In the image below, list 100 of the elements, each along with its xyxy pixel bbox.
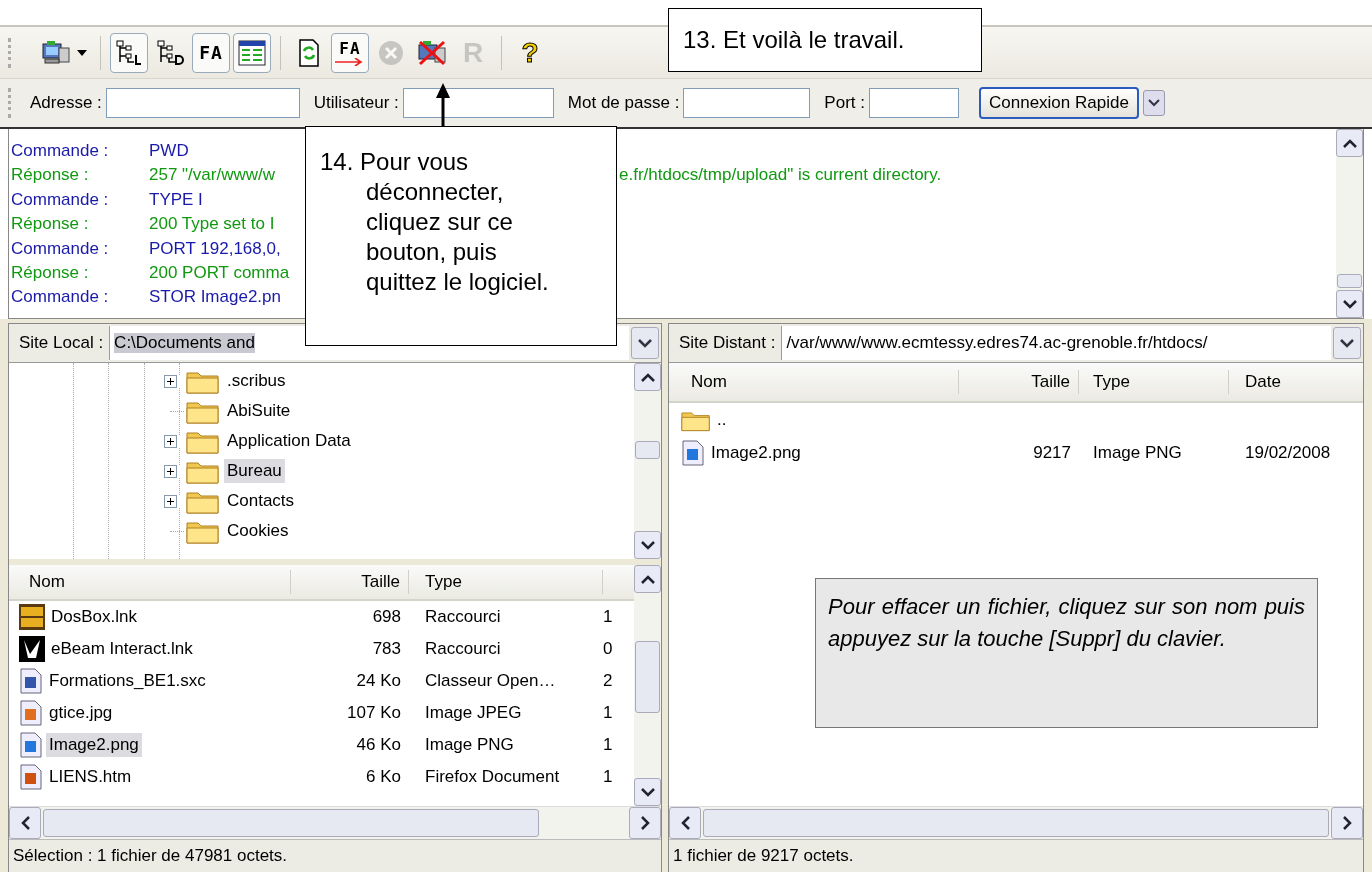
file-type: Firefox Document	[424, 767, 561, 787]
input-field[interactable]	[683, 88, 811, 118]
cancel-icon	[378, 39, 404, 66]
file-name[interactable]: gtice.jpg	[46, 701, 116, 725]
file-name[interactable]: Image2.png	[46, 733, 142, 757]
expand-icon[interactable]	[164, 434, 177, 448]
chevron-left-icon	[20, 816, 30, 830]
chevron-right-icon	[640, 816, 650, 830]
file-name[interactable]: DosBox.lnk	[48, 605, 140, 629]
log-message: 200 PORT comma	[149, 262, 290, 282]
log-label: Réponse :	[10, 214, 90, 236]
transfer-button[interactable]: FA	[331, 32, 369, 73]
site-label: Site Distant :	[678, 333, 777, 353]
log-label: Commande :	[10, 141, 110, 162]
folder-name[interactable]: Cookies	[224, 519, 292, 543]
expand-icon[interactable]	[164, 494, 177, 508]
refresh-icon	[298, 38, 320, 67]
path-field[interactable]: C:\Documents and	[114, 333, 255, 353]
column-header[interactable]: Nom	[9, 570, 291, 594]
field-label: Adresse :	[30, 93, 102, 113]
scroll-thumb[interactable]	[635, 641, 660, 713]
queue-button[interactable]	[233, 32, 271, 73]
log-icon: FA	[199, 42, 223, 63]
chevron-up-icon	[640, 574, 655, 584]
scroll-thumb[interactable]	[635, 441, 660, 459]
field-label: Mot de passe :	[567, 93, 680, 113]
dropdown-button[interactable]	[631, 327, 659, 359]
log-button[interactable]: FA	[192, 32, 230, 73]
status-text: 1 fichier de 9217 octets.	[669, 839, 1363, 872]
table-cell-text: 1	[603, 767, 614, 787]
column-header[interactable]: Taille	[959, 370, 1079, 394]
file-size: 46 Ko	[355, 735, 402, 755]
column-header[interactable]: Date	[1229, 370, 1363, 394]
input-field[interactable]	[402, 88, 554, 118]
log-label: Réponse :	[10, 262, 90, 284]
chevron-down-icon	[1147, 99, 1160, 107]
chevron-down-icon	[1342, 299, 1357, 309]
disconnect-icon	[417, 38, 447, 67]
field-label: Utilisateur :	[313, 93, 399, 113]
scrollbar[interactable]	[634, 363, 661, 559]
chevron-up-icon	[640, 372, 655, 382]
window-icon	[238, 39, 266, 66]
scroll-thumb[interactable]	[703, 809, 1329, 837]
file-name[interactable]: Formations_BE1.sxc	[46, 669, 209, 693]
file-name[interactable]: Image2.png	[708, 440, 804, 465]
callout: 14. Pour vous déconnecter, cliquez sur ce bouton, puis quittez le logiciel.	[305, 126, 617, 346]
scroll-thumb[interactable]	[43, 809, 539, 837]
file-name[interactable]: ..	[714, 407, 730, 432]
log-label: Commande :	[10, 238, 110, 260]
file-type: Raccourci	[424, 639, 502, 659]
file-icon	[19, 700, 43, 726]
file-type: Image JPEG	[424, 703, 523, 723]
expand-icon[interactable]	[164, 374, 177, 388]
folder-name[interactable]: Contacts	[224, 489, 298, 513]
file-icon	[19, 732, 43, 758]
chevron-right-icon	[1342, 816, 1352, 830]
column-header[interactable]: Taille	[291, 570, 409, 594]
input-field[interactable]	[869, 88, 959, 118]
file-icon	[19, 764, 43, 790]
folder-name[interactable]: Bureau	[224, 459, 285, 483]
file-size: 6 Ko	[365, 767, 402, 787]
log-label: Commande :	[10, 189, 110, 211]
path-field[interactable]: /var/www/www.ecmtessy.edres74.ac-grenoble.fr/htdocs/	[781, 326, 1331, 360]
tree-local-button[interactable]	[110, 32, 148, 73]
scrollbar[interactable]	[9, 806, 661, 839]
log-label: Réponse :	[10, 165, 90, 187]
table-cell-text: 1	[603, 607, 614, 627]
dropdown-button[interactable]	[1142, 90, 1165, 116]
scrollbar[interactable]	[634, 565, 661, 806]
table-cell-text: 0	[603, 639, 614, 659]
status-text: Sélection : 1 fichier de 47981 octets.	[9, 839, 661, 872]
file-size: 698	[371, 607, 402, 627]
file-icon	[19, 604, 45, 630]
table-cell-text: 1	[603, 703, 614, 723]
table-cell-text: 1	[603, 735, 614, 755]
column-header[interactable]: Type	[1079, 370, 1229, 394]
folder-name[interactable]: AbiSuite	[224, 399, 294, 423]
field-label: Port :	[824, 93, 865, 113]
scrollbar[interactable]	[669, 806, 1363, 839]
tree-icon	[156, 38, 184, 67]
log-message: PWD	[149, 141, 189, 160]
file-name[interactable]: LIENS.htm	[46, 765, 135, 789]
column-header[interactable]: Nom	[669, 370, 959, 394]
file-date: 19/02/2008	[1244, 442, 1332, 463]
input-field[interactable]	[105, 88, 300, 118]
log-message: 200 Type set to I	[149, 214, 275, 234]
scroll-thumb[interactable]	[1337, 274, 1362, 288]
quickconnect-button[interactable]: Connexion Rapide	[979, 87, 1139, 119]
log-message: e.fr/htdocs/tmp/upload" is current directory.	[619, 165, 942, 187]
column-header[interactable]: Type	[409, 570, 603, 594]
site-label: Site Local :	[18, 333, 105, 353]
callout: 13. Et voilà le travail.	[668, 8, 982, 72]
scrollbar[interactable]	[1336, 129, 1363, 318]
folder-name[interactable]: .scribus	[224, 369, 289, 393]
dropdown-button[interactable]	[1333, 327, 1361, 359]
folder-name[interactable]: Application Data	[224, 429, 354, 453]
file-name[interactable]: eBeam Interact.lnk	[48, 637, 196, 661]
expand-icon[interactable]	[164, 464, 177, 478]
arrow	[435, 83, 451, 127]
log-message: STOR Image2.pn	[149, 287, 281, 307]
